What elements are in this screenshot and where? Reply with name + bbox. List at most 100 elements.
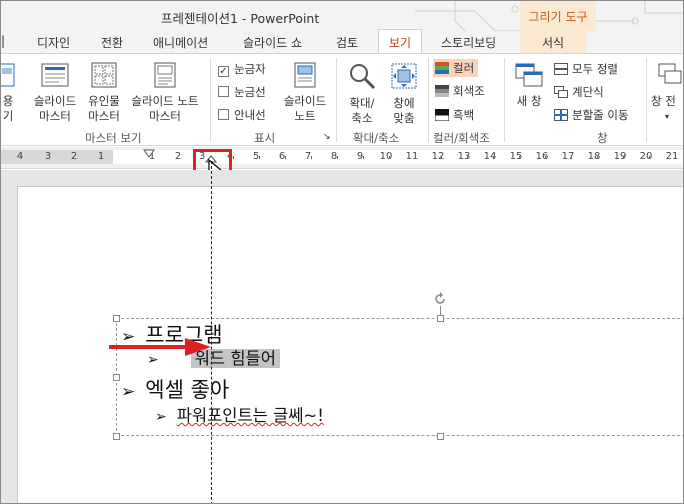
notes-label-1: 슬라이드	[283, 94, 327, 108]
tab-slideshow[interactable]: 슬라이드 쇼	[243, 34, 302, 51]
black-white-button[interactable]: 흑백	[435, 107, 474, 123]
bullet-line-3[interactable]: ➢ 엑셀 좋아	[121, 374, 229, 404]
zoom-button[interactable]: 확대/ 축소	[339, 62, 385, 126]
arrow-bullet-icon: ➢	[155, 409, 167, 425]
dialog-launcher-icon[interactable]: ↘	[323, 132, 331, 142]
slide-master-label-1: 슬라이드	[33, 94, 77, 108]
ruler-tick	[285, 156, 286, 159]
bullet-line-4[interactable]: ➢ 파워포인트는 글쎄~!	[155, 402, 324, 426]
window-title: 프레젠테이션1 - PowerPoint	[161, 11, 320, 26]
partial-view-label-1: 용	[2, 94, 14, 108]
tab-animations[interactable]: 애니메이션	[153, 34, 208, 51]
resize-handle[interactable]	[437, 315, 444, 322]
ruler-number: 2	[70, 151, 78, 162]
guides-checkbox[interactable]: 안내선	[218, 107, 266, 123]
notes-label-2: 노트	[294, 109, 316, 123]
move-split-button[interactable]: 분할줄 이동	[554, 107, 629, 123]
indent-guide-line	[211, 161, 212, 503]
ruler-number: 14	[483, 151, 497, 162]
ruler-number: 3	[44, 151, 52, 162]
slide-master-button[interactable]: 슬라이드 마스터	[29, 62, 81, 124]
ruler-tick	[519, 156, 520, 159]
fit-window-label-2: 맞춤	[393, 111, 415, 125]
show-group-label: 표시	[254, 131, 276, 145]
slide-master-icon	[41, 63, 69, 87]
tab-view[interactable]: 보기	[378, 29, 423, 53]
ruler-tick	[311, 156, 312, 159]
slide-master-label-2: 마스터	[39, 109, 71, 123]
cascade-button[interactable]: 계단식	[554, 84, 604, 100]
notes-master-label-1: 슬라이드 노트	[131, 94, 199, 108]
grayscale-button[interactable]: 회색조	[435, 83, 485, 99]
ruler-tick	[493, 156, 494, 159]
black-white-label: 흑백	[453, 108, 475, 122]
grayscale-icon	[435, 85, 449, 97]
tab-review[interactable]: 검토	[336, 34, 358, 51]
resize-handle[interactable]	[113, 315, 120, 322]
handout-master-label-2: 마스터	[88, 109, 120, 123]
color-label: 컬러	[453, 61, 475, 75]
chevron-down-icon: ▾	[665, 112, 670, 121]
ruler-number: 16	[535, 151, 549, 162]
ruler-tick	[649, 156, 650, 159]
arrange-all-button[interactable]: 모두 정렬	[554, 61, 618, 77]
move-split-label: 분할줄 이동	[572, 108, 629, 122]
zoom-label-1: 확대/	[349, 96, 375, 110]
notes-master-icon	[154, 62, 176, 88]
ruler-tick	[623, 156, 624, 159]
ruler-number: 5	[252, 151, 260, 162]
ruler-number: 10	[379, 151, 393, 162]
powerpoint-window: 프레젠테이션1 - PowerPoint 그리기 도구 | 디자인 전환 애니메…	[0, 0, 684, 504]
ruler-number: 20	[639, 151, 653, 162]
tab-design[interactable]: 디자인	[37, 34, 70, 51]
ribbon-tabs: | 디자인 전환 애니메이션 슬라이드 쇼 검토 보기 스토리보딩 서식	[1, 29, 683, 53]
new-window-button[interactable]: 새 창	[507, 62, 551, 109]
fit-to-window-button[interactable]: 창에 맞춤	[385, 62, 423, 126]
red-arrow-annotation-icon	[109, 338, 211, 356]
group-separator	[428, 58, 429, 142]
ruler-tick	[441, 156, 442, 159]
notes-button[interactable]: 슬라이드 노트	[278, 62, 332, 124]
ruler-tick	[363, 156, 364, 159]
black-white-icon	[435, 109, 449, 121]
color-palette-icon	[435, 62, 449, 74]
ruler-number: 9	[356, 151, 364, 162]
tab-format[interactable]: 서식	[520, 31, 587, 53]
guides-checkbox-label: 안내선	[234, 108, 266, 122]
rotate-handle-stem	[440, 306, 441, 316]
spellcheck-underlined-text: 파워포인트는 글쎄~!	[176, 406, 324, 425]
group-separator	[504, 58, 505, 142]
tab-partial-edge[interactable]: |	[1, 34, 5, 48]
ruler-tick	[337, 156, 338, 159]
resize-handle[interactable]	[437, 433, 444, 440]
color-button[interactable]: 컬러	[433, 59, 479, 77]
ribbon-view: 용 기 슬라이드 마스터 유인물 마스터 슬라이드 노트 마스터 마스터 보기 …	[1, 53, 683, 146]
arrange-all-label: 모두 정렬	[572, 62, 618, 76]
handout-master-button[interactable]: 유인물 마스터	[83, 62, 125, 124]
tab-storyboarding[interactable]: 스토리보딩	[441, 34, 496, 51]
partial-view-button[interactable]: 용 기	[1, 62, 19, 124]
switch-windows-button[interactable]: 창 전 ▾	[651, 62, 683, 124]
ruler-tick	[389, 156, 390, 159]
ruler-number: 4	[16, 151, 24, 162]
ruler-tick	[259, 156, 260, 159]
first-line-indent-marker-icon[interactable]	[143, 149, 155, 159]
notes-master-button[interactable]: 슬라이드 노트 마스터	[125, 62, 205, 124]
ruler-tick	[467, 156, 468, 159]
resize-handle[interactable]	[113, 433, 120, 440]
handout-master-icon	[91, 62, 117, 88]
bullet-text: 엑셀 좋아	[145, 378, 230, 402]
group-separator	[336, 58, 337, 142]
ruler-number: 12	[431, 151, 445, 162]
rotate-handle-icon[interactable]	[432, 291, 448, 307]
group-separator	[646, 58, 647, 142]
resize-handle[interactable]	[113, 374, 120, 381]
ruler-number: 8	[330, 151, 338, 162]
horizontal-ruler[interactable]: 4 3 2 1 1 2 3 4 5 6 7 8 9 10 11 12 13 14…	[1, 147, 683, 169]
gridlines-checkbox[interactable]: 눈금선	[218, 84, 266, 100]
arrow-bullet-icon: ➢	[121, 382, 136, 402]
ruler-number: 6	[278, 151, 286, 162]
ruler-checkbox[interactable]: ✓ 눈금자	[218, 61, 266, 77]
ruler-number: 21	[665, 151, 679, 162]
tab-transitions[interactable]: 전환	[101, 34, 123, 51]
